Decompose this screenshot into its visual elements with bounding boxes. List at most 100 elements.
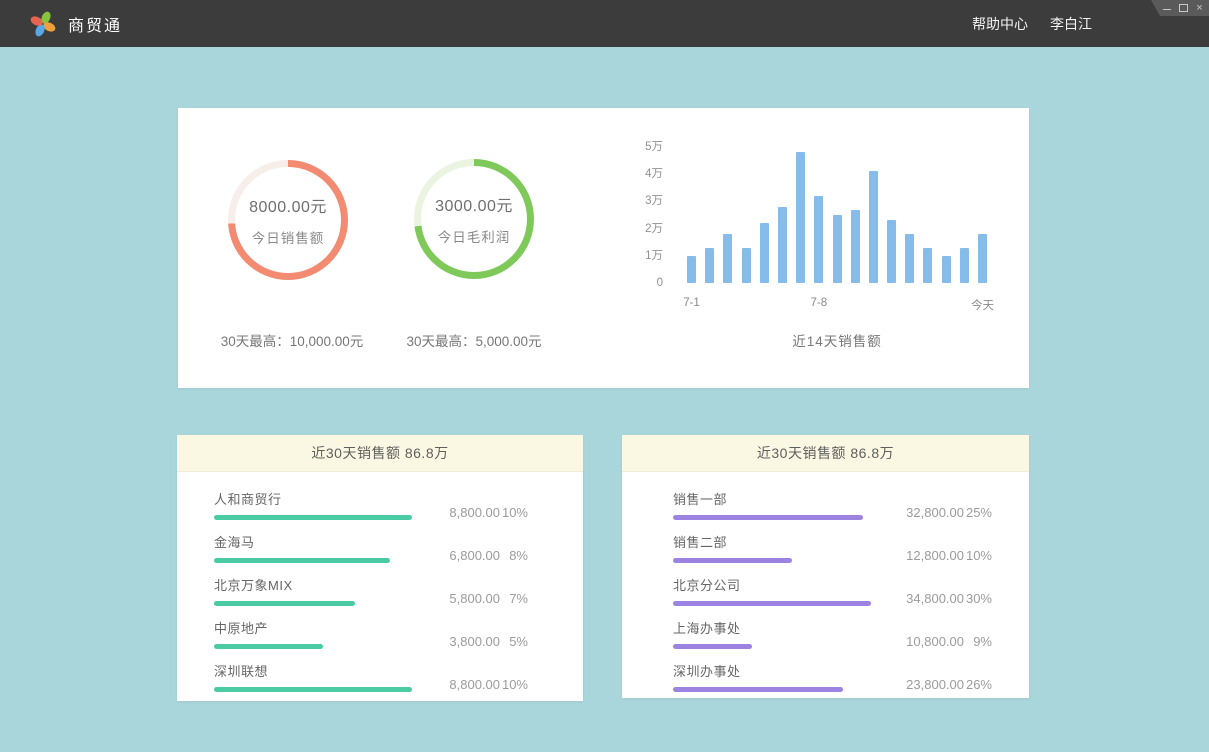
chart-bar bbox=[851, 210, 860, 283]
list-item: 销售一部 32,800.00 25% bbox=[622, 489, 1029, 520]
list-item: 上海办事处 10,800.00 9% bbox=[622, 618, 1029, 649]
row-name: 深圳联想 bbox=[214, 661, 412, 680]
x-tick-label: 7-8 bbox=[811, 297, 828, 309]
row-progress-bar bbox=[214, 601, 355, 606]
list-item: 深圳联想 8,800.00 10% bbox=[177, 661, 583, 692]
row-amount: 32,800.00 bbox=[884, 505, 964, 520]
chart-bar bbox=[778, 207, 787, 283]
row-percent: 25% bbox=[964, 505, 992, 520]
user-menu[interactable]: 李白江 bbox=[1050, 14, 1092, 34]
sales-14d-chart: 01万2万3万4万5万 7-17-8今天 近14天销售额 bbox=[638, 138, 1023, 353]
chart-bar bbox=[887, 220, 896, 283]
row-amount: 12,800.00 bbox=[884, 548, 964, 563]
row-name: 深圳办事处 bbox=[673, 661, 871, 680]
chart-bar bbox=[687, 256, 696, 283]
today-overview-card: 8000.00元 今日销售额 30天最高：10,000.00元 3000.00元… bbox=[178, 108, 1029, 388]
y-tick-label: 1万 bbox=[633, 249, 663, 263]
department-sales-card: 近30天销售额 86.8万 销售一部 32,800.00 25% 销售二部 12… bbox=[622, 435, 1029, 698]
row-amount: 8,800.00 bbox=[420, 505, 500, 520]
chart-bar bbox=[923, 248, 932, 283]
row-name: 北京分公司 bbox=[673, 575, 871, 594]
row-amount: 3,800.00 bbox=[420, 634, 500, 649]
row-amount: 8,800.00 bbox=[420, 677, 500, 692]
y-tick-label: 4万 bbox=[633, 167, 663, 181]
today-profit-label: 今日毛利润 bbox=[438, 226, 511, 246]
row-percent: 9% bbox=[964, 634, 992, 649]
row-name: 上海办事处 bbox=[673, 618, 871, 637]
customer-sales-card: 近30天销售额 86.8万 人和商贸行 8,800.00 10% 金海马 6,8… bbox=[177, 435, 583, 701]
x-tick-label: 今天 bbox=[971, 297, 994, 313]
profit-30d-max: 30天最高：5,000.00元 bbox=[374, 330, 574, 350]
row-name: 中原地产 bbox=[214, 618, 412, 637]
today-profit-gauge: 3000.00元 今日毛利润 bbox=[414, 159, 534, 279]
today-profit-value: 3000.00元 bbox=[435, 192, 513, 216]
row-amount: 34,800.00 bbox=[884, 591, 964, 606]
row-percent: 30% bbox=[964, 591, 992, 606]
x-tick-label: 7-1 bbox=[683, 297, 700, 309]
y-tick-label: 2万 bbox=[633, 222, 663, 236]
row-percent: 26% bbox=[964, 677, 992, 692]
row-progress-bar bbox=[673, 558, 792, 563]
row-amount: 10,800.00 bbox=[884, 634, 964, 649]
row-progress-bar bbox=[673, 601, 871, 606]
today-sales-label: 今日销售额 bbox=[252, 227, 325, 247]
row-name: 销售一部 bbox=[673, 489, 871, 508]
today-sales-value: 8000.00元 bbox=[249, 193, 327, 217]
help-center-link[interactable]: 帮助中心 bbox=[972, 14, 1028, 34]
row-name: 销售二部 bbox=[673, 532, 871, 551]
sales-30d-max: 30天最高：10,000.00元 bbox=[192, 330, 392, 350]
chart-bar bbox=[796, 152, 805, 283]
row-percent: 10% bbox=[964, 548, 992, 563]
y-tick-label: 5万 bbox=[633, 140, 663, 154]
row-name: 人和商贸行 bbox=[214, 489, 412, 508]
row-percent: 10% bbox=[500, 505, 528, 520]
row-percent: 10% bbox=[500, 677, 528, 692]
list-item: 中原地产 3,800.00 5% bbox=[177, 618, 583, 649]
customer-card-header: 近30天销售额 86.8万 bbox=[177, 435, 583, 472]
topbar-nav: 帮助中心 李白江 bbox=[972, 14, 1092, 34]
row-progress-bar bbox=[214, 558, 390, 563]
y-tick-label: 0 bbox=[633, 276, 663, 290]
chart-bar bbox=[723, 234, 732, 283]
chart-bar bbox=[760, 223, 769, 283]
row-progress-bar bbox=[673, 515, 863, 520]
chart-bar bbox=[705, 248, 714, 283]
row-amount: 5,800.00 bbox=[420, 591, 500, 606]
chart-bar bbox=[905, 234, 914, 283]
topbar: 商贸通 帮助中心 李白江 × bbox=[0, 0, 1209, 47]
chart-title: 近14天销售额 bbox=[687, 330, 987, 350]
minimize-icon[interactable] bbox=[1163, 9, 1171, 10]
row-progress-bar bbox=[214, 515, 412, 520]
row-amount: 6,800.00 bbox=[420, 548, 500, 563]
chart-bar bbox=[942, 256, 951, 283]
department-card-header: 近30天销售额 86.8万 bbox=[622, 435, 1029, 472]
today-sales-gauge: 8000.00元 今日销售额 bbox=[228, 160, 348, 280]
row-name: 北京万象MIX bbox=[214, 575, 412, 594]
row-amount: 23,800.00 bbox=[884, 677, 964, 692]
row-percent: 8% bbox=[500, 548, 528, 563]
chart-bar bbox=[742, 248, 751, 283]
row-name: 金海马 bbox=[214, 532, 412, 551]
row-progress-bar bbox=[673, 687, 843, 692]
list-item: 深圳办事处 23,800.00 26% bbox=[622, 661, 1029, 692]
chart-bar bbox=[814, 196, 823, 283]
chart-bar bbox=[978, 234, 987, 283]
row-progress-bar bbox=[673, 644, 752, 649]
list-item: 销售二部 12,800.00 10% bbox=[622, 532, 1029, 563]
y-tick-label: 3万 bbox=[633, 194, 663, 208]
close-icon[interactable]: × bbox=[1196, 3, 1202, 13]
chart-bar bbox=[833, 215, 842, 283]
window-controls: × bbox=[1151, 0, 1209, 16]
row-progress-bar bbox=[214, 687, 412, 692]
chart-bar bbox=[869, 171, 878, 283]
pinwheel-icon bbox=[28, 9, 58, 39]
row-percent: 5% bbox=[500, 634, 528, 649]
customer-list: 人和商贸行 8,800.00 10% 金海马 6,800.00 8% 北京万象M… bbox=[177, 472, 583, 692]
row-progress-bar bbox=[214, 644, 323, 649]
chart-bars bbox=[687, 143, 987, 283]
list-item: 金海马 6,800.00 8% bbox=[177, 532, 583, 563]
maximize-icon[interactable] bbox=[1179, 4, 1188, 12]
list-item: 人和商贸行 8,800.00 10% bbox=[177, 489, 583, 520]
department-list: 销售一部 32,800.00 25% 销售二部 12,800.00 10% 北京… bbox=[622, 472, 1029, 692]
chart-bar bbox=[960, 248, 969, 283]
